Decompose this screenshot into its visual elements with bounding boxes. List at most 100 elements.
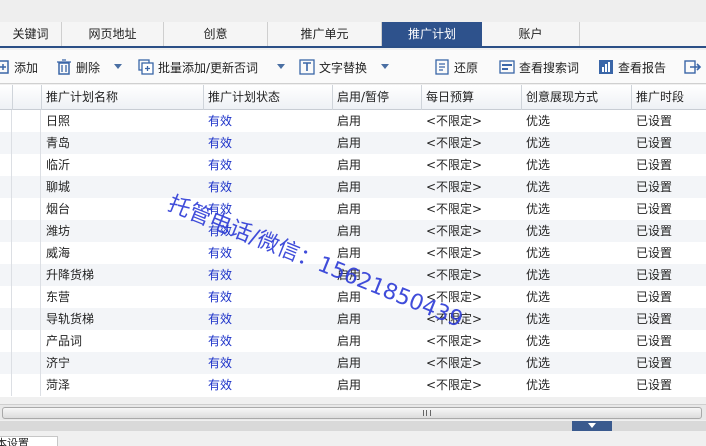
schedule-cell[interactable]: 已设置 <box>631 176 672 198</box>
enable-pause-cell[interactable]: 启用 <box>332 264 361 286</box>
campaign-status-cell[interactable]: 有效 <box>203 110 232 132</box>
batch-add-dropdown-caret[interactable] <box>277 64 285 69</box>
daily-budget-cell[interactable]: <不限定> <box>421 352 482 374</box>
tab-web-address[interactable]: 网页地址 <box>62 22 164 46</box>
daily-budget-cell[interactable]: <不限定> <box>421 132 482 154</box>
daily-budget-cell[interactable]: <不限定> <box>421 374 482 396</box>
campaign-name-cell[interactable]: 济宁 <box>41 352 70 374</box>
daily-budget-cell[interactable]: <不限定> <box>421 220 482 242</box>
header-campaign-name[interactable]: 推广计划名称 <box>41 85 204 110</box>
header-creative-display[interactable]: 创意展现方式 <box>521 85 632 110</box>
row-indicator-cell[interactable] <box>0 286 12 308</box>
campaign-name-cell[interactable]: 菏泽 <box>41 374 70 396</box>
enable-pause-cell[interactable]: 启用 <box>332 132 361 154</box>
row-select-cell[interactable] <box>12 110 41 132</box>
restore-button[interactable]: 还原 <box>434 50 478 84</box>
daily-budget-cell[interactable]: <不限定> <box>421 176 482 198</box>
row-select-cell[interactable] <box>12 308 41 330</box>
creative-display-cell[interactable]: 优选 <box>521 374 550 396</box>
daily-budget-cell[interactable]: <不限定> <box>421 330 482 352</box>
header-daily-budget[interactable]: 每日预算 <box>421 85 522 110</box>
delete-button[interactable]: 删除 <box>56 50 100 84</box>
enable-pause-cell[interactable]: 启用 <box>332 154 361 176</box>
creative-display-cell[interactable]: 优选 <box>521 176 550 198</box>
schedule-cell[interactable]: 已设置 <box>631 330 672 352</box>
row-select-cell[interactable] <box>12 352 41 374</box>
schedule-cell[interactable]: 已设置 <box>631 308 672 330</box>
table-row[interactable]: 东营 有效 启用 <不限定> 优选 已设置 <box>0 286 706 308</box>
enable-pause-cell[interactable]: 启用 <box>332 286 361 308</box>
table-row[interactable]: 潍坊 有效 启用 <不限定> 优选 已设置 <box>0 220 706 242</box>
text-replace-button[interactable]: 文字替换 <box>299 50 367 84</box>
header-schedule[interactable]: 推广时段 <box>631 85 706 110</box>
row-indicator-cell[interactable] <box>0 110 12 132</box>
table-row[interactable]: 聊城 有效 启用 <不限定> 优选 已设置 <box>0 176 706 198</box>
table-row[interactable]: 菏泽 有效 启用 <不限定> 优选 已设置 <box>0 374 706 396</box>
row-select-cell[interactable] <box>12 132 41 154</box>
enable-pause-cell[interactable]: 启用 <box>332 308 361 330</box>
text-replace-dropdown-caret[interactable] <box>381 64 389 69</box>
schedule-cell[interactable]: 已设置 <box>631 352 672 374</box>
schedule-cell[interactable]: 已设置 <box>631 264 672 286</box>
enable-pause-cell[interactable]: 启用 <box>332 220 361 242</box>
table-row[interactable]: 烟台 有效 启用 <不限定> 优选 已设置 <box>0 198 706 220</box>
campaign-name-cell[interactable]: 威海 <box>41 242 70 264</box>
header-enable-pause[interactable]: 启用/暂停 <box>332 85 422 110</box>
creative-display-cell[interactable]: 优选 <box>521 154 550 176</box>
table-row[interactable]: 产品词 有效 启用 <不限定> 优选 已设置 <box>0 330 706 352</box>
delete-dropdown-caret[interactable] <box>114 64 122 69</box>
table-row[interactable]: 升降货梯 有效 启用 <不限定> 优选 已设置 <box>0 264 706 286</box>
campaign-name-cell[interactable]: 临沂 <box>41 154 70 176</box>
row-select-cell[interactable] <box>12 264 41 286</box>
campaign-name-cell[interactable]: 聊城 <box>41 176 70 198</box>
creative-display-cell[interactable]: 优选 <box>521 286 550 308</box>
row-select-cell[interactable] <box>12 242 41 264</box>
enable-pause-cell[interactable]: 启用 <box>332 352 361 374</box>
campaign-name-cell[interactable]: 烟台 <box>41 198 70 220</box>
schedule-cell[interactable]: 已设置 <box>631 220 672 242</box>
tab-account[interactable]: 账户 <box>482 22 580 46</box>
creative-display-cell[interactable]: 优选 <box>521 198 550 220</box>
daily-budget-cell[interactable]: <不限定> <box>421 308 482 330</box>
creative-display-cell[interactable]: 优选 <box>521 220 550 242</box>
campaign-status-cell[interactable]: 有效 <box>203 242 232 264</box>
row-indicator-cell[interactable] <box>0 154 12 176</box>
row-indicator-cell[interactable] <box>0 132 12 154</box>
creative-display-cell[interactable]: 优选 <box>521 132 550 154</box>
view-report-button[interactable]: 查看报告 <box>598 50 666 84</box>
creative-display-cell[interactable]: 优选 <box>521 330 550 352</box>
campaign-status-cell[interactable]: 有效 <box>203 330 232 352</box>
table-row[interactable]: 济宁 有效 启用 <不限定> 优选 已设置 <box>0 352 706 374</box>
tab-campaign[interactable]: 推广计划 <box>382 22 482 46</box>
table-row[interactable]: 日照 有效 启用 <不限定> 优选 已设置 <box>0 110 706 132</box>
campaign-name-cell[interactable]: 东营 <box>41 286 70 308</box>
daily-budget-cell[interactable]: <不限定> <box>421 264 482 286</box>
campaign-name-cell[interactable]: 导轨货梯 <box>41 308 94 330</box>
row-indicator-cell[interactable] <box>0 330 12 352</box>
schedule-cell[interactable]: 已设置 <box>631 132 672 154</box>
campaign-name-cell[interactable]: 潍坊 <box>41 220 70 242</box>
campaign-status-cell[interactable]: 有效 <box>203 374 232 396</box>
view-search-terms-button[interactable]: 查看搜索词 <box>499 50 579 84</box>
row-indicator-cell[interactable] <box>0 198 12 220</box>
creative-display-cell[interactable]: 优选 <box>521 264 550 286</box>
table-row[interactable]: 导轨货梯 有效 启用 <不限定> 优选 已设置 <box>0 308 706 330</box>
campaign-name-cell[interactable]: 产品词 <box>41 330 82 352</box>
row-select-cell[interactable] <box>12 154 41 176</box>
daily-budget-cell[interactable]: <不限定> <box>421 198 482 220</box>
tab-creative[interactable]: 创意 <box>164 22 268 46</box>
campaign-status-cell[interactable]: 有效 <box>203 264 232 286</box>
horizontal-scrollbar[interactable] <box>0 404 706 420</box>
daily-budget-cell[interactable]: <不限定> <box>421 286 482 308</box>
row-select-cell[interactable] <box>12 330 41 352</box>
row-select-cell[interactable] <box>12 374 41 396</box>
row-indicator-cell[interactable] <box>0 374 12 396</box>
tab-keywords[interactable]: 关键词 <box>0 22 62 46</box>
campaign-status-cell[interactable]: 有效 <box>203 132 232 154</box>
enable-pause-cell[interactable]: 启用 <box>332 242 361 264</box>
table-row[interactable]: 威海 有效 启用 <不限定> 优选 已设置 <box>0 242 706 264</box>
daily-budget-cell[interactable]: <不限定> <box>421 110 482 132</box>
collapse-panel-button[interactable] <box>572 421 612 431</box>
export-button[interactable] <box>684 50 702 84</box>
daily-budget-cell[interactable]: <不限定> <box>421 242 482 264</box>
